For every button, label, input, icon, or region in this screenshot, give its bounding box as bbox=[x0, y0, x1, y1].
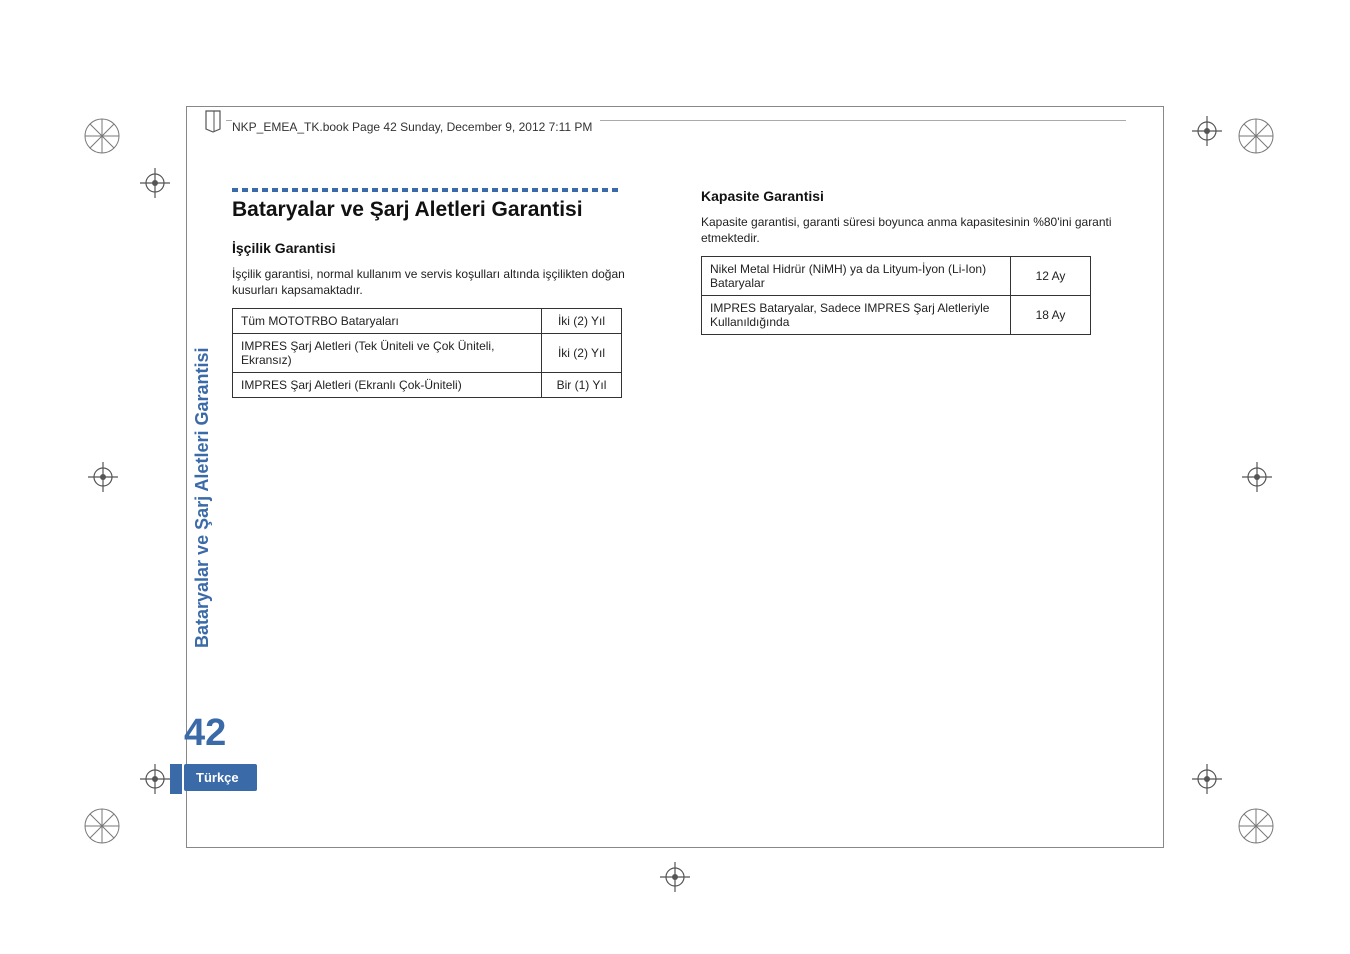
section-rule bbox=[232, 188, 622, 192]
cell-item: Nikel Metal Hidrür (NiMH) ya da Lityum-İ… bbox=[702, 257, 1011, 296]
cell-term: Bir (1) Yıl bbox=[542, 373, 622, 398]
body-workmanship: İşçilik garantisi, normal kullanım ve se… bbox=[232, 266, 661, 298]
registration-mark bbox=[84, 118, 120, 154]
table-row: Tüm MOTOTRBO Bataryalarıİki (2) Yıl bbox=[233, 309, 622, 334]
registration-mark bbox=[84, 808, 120, 844]
crosshair-icon bbox=[1192, 116, 1222, 146]
table-row: IMPRES Şarj Aletleri (Tek Üniteli ve Çok… bbox=[233, 334, 622, 373]
table-row: IMPRES Bataryalar, Sadece IMPRES Şarj Al… bbox=[702, 296, 1091, 335]
crosshair-icon bbox=[140, 764, 170, 794]
crosshair-icon bbox=[660, 862, 690, 892]
capacity-table: Nikel Metal Hidrür (NiMH) ya da Lityum-İ… bbox=[701, 256, 1091, 335]
crosshair-icon bbox=[140, 168, 170, 198]
subhead-capacity: Kapasite Garantisi bbox=[701, 188, 1130, 204]
content-area: Bataryalar ve Şarj Aletleri Garantisi İş… bbox=[232, 188, 1130, 398]
registration-mark bbox=[1238, 118, 1274, 154]
language-tab-edge bbox=[170, 764, 182, 794]
sidebar-label: Bataryalar ve Şarj Aletleri Garantisi bbox=[192, 348, 213, 649]
crosshair-icon bbox=[1192, 764, 1222, 794]
cell-item: Tüm MOTOTRBO Bataryaları bbox=[233, 309, 542, 334]
registration-mark bbox=[1238, 808, 1274, 844]
cell-term: 12 Ay bbox=[1011, 257, 1091, 296]
section-title: Bataryalar ve Şarj Aletleri Garantisi bbox=[232, 198, 661, 222]
cell-item: IMPRES Şarj Aletleri (Tek Üniteli ve Çok… bbox=[233, 334, 542, 373]
subhead-workmanship: İşçilik Garantisi bbox=[232, 240, 661, 256]
book-icon bbox=[204, 109, 224, 138]
cell-term: 18 Ay bbox=[1011, 296, 1091, 335]
page-number: 42 bbox=[184, 712, 226, 755]
table-row: Nikel Metal Hidrür (NiMH) ya da Lityum-İ… bbox=[702, 257, 1091, 296]
right-column: Kapasite Garantisi Kapasite garantisi, g… bbox=[701, 188, 1130, 398]
workmanship-table: Tüm MOTOTRBO Bataryalarıİki (2) Yıl IMPR… bbox=[232, 308, 622, 398]
language-tab: Türkçe bbox=[184, 764, 257, 791]
cell-item: IMPRES Şarj Aletleri (Ekranlı Çok-Ünitel… bbox=[233, 373, 542, 398]
cell-term: İki (2) Yıl bbox=[542, 334, 622, 373]
running-head: NKP_EMEA_TK.book Page 42 Sunday, Decembe… bbox=[232, 120, 600, 134]
table-row: IMPRES Şarj Aletleri (Ekranlı Çok-Ünitel… bbox=[233, 373, 622, 398]
cell-term: İki (2) Yıl bbox=[542, 309, 622, 334]
left-column: Bataryalar ve Şarj Aletleri Garantisi İş… bbox=[232, 188, 661, 398]
crosshair-icon bbox=[88, 462, 118, 492]
body-capacity: Kapasite garantisi, garanti süresi boyun… bbox=[701, 214, 1130, 246]
cell-item: IMPRES Bataryalar, Sadece IMPRES Şarj Al… bbox=[702, 296, 1011, 335]
crosshair-icon bbox=[1242, 462, 1272, 492]
